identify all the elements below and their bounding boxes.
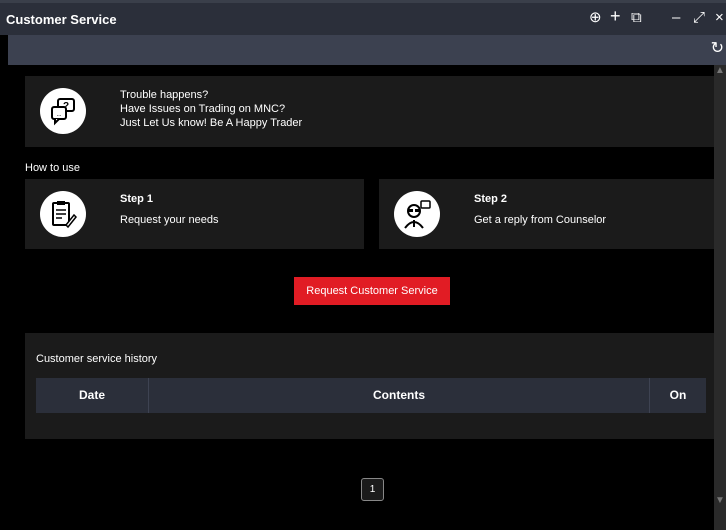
scroll-down-icon[interactable]: ▼ — [714, 495, 726, 530]
intro-line-2: Have Issues on Trading on MNC? — [120, 103, 286, 115]
intro-panel: ? .. Trouble happens? Have Issues on Tra… — [25, 76, 714, 147]
step-1-panel: Step 1 Request your needs — [25, 179, 364, 249]
column-date[interactable]: Date — [36, 378, 148, 413]
page-button[interactable]: 1 — [361, 478, 384, 501]
svg-text:..: .. — [57, 109, 61, 118]
clipboard-icon — [40, 191, 86, 237]
title-bar: Customer Service ⊕ + ⧉ – ⤢ × — [0, 3, 726, 35]
step-1-title: Step 1 — [120, 193, 154, 205]
customer-service-window: Customer Service ⊕ + ⧉ – ⤢ × ↻ ? .. Trou… — [0, 0, 726, 530]
intro-line-1: Trouble happens? — [120, 89, 209, 101]
how-to-use-label: How to use — [25, 162, 81, 174]
maximize-button[interactable]: ⤢ — [693, 9, 705, 27]
intro-line-3: Just Let Us know! Be A Happy Trader — [120, 117, 303, 129]
step-2-text: Get a reply from Counselor — [474, 214, 607, 226]
window-title: Customer Service — [6, 12, 117, 27]
content-area: ? .. Trouble happens? Have Issues on Tra… — [8, 65, 714, 530]
history-title: Customer service history — [36, 353, 158, 365]
scroll-up-icon[interactable]: ▲ — [714, 65, 726, 93]
new-tab-icon[interactable]: ⊕ — [589, 9, 602, 27]
close-button[interactable]: × — [715, 9, 724, 27]
column-on[interactable]: On — [650, 378, 706, 413]
column-contents[interactable]: Contents — [149, 378, 649, 413]
question-chat-icon: ? .. — [40, 88, 86, 134]
toolbar: ↻ — [8, 35, 726, 65]
step-2-panel: Step 2 Get a reply from Counselor — [379, 179, 714, 249]
vertical-scrollbar[interactable]: ▲ ▼ — [714, 65, 726, 530]
minimize-button[interactable]: – — [672, 9, 680, 27]
counselor-icon — [394, 191, 440, 237]
refresh-icon[interactable]: ↻ — [711, 38, 724, 58]
step-2-title: Step 2 — [474, 193, 508, 205]
request-customer-service-button[interactable]: Request Customer Service — [294, 277, 450, 305]
history-table-header: Date Contents On — [36, 378, 706, 413]
step-1-text: Request your needs — [120, 214, 219, 226]
copy-window-icon[interactable]: ⧉ — [631, 9, 642, 27]
plus-icon[interactable]: + — [610, 7, 621, 25]
